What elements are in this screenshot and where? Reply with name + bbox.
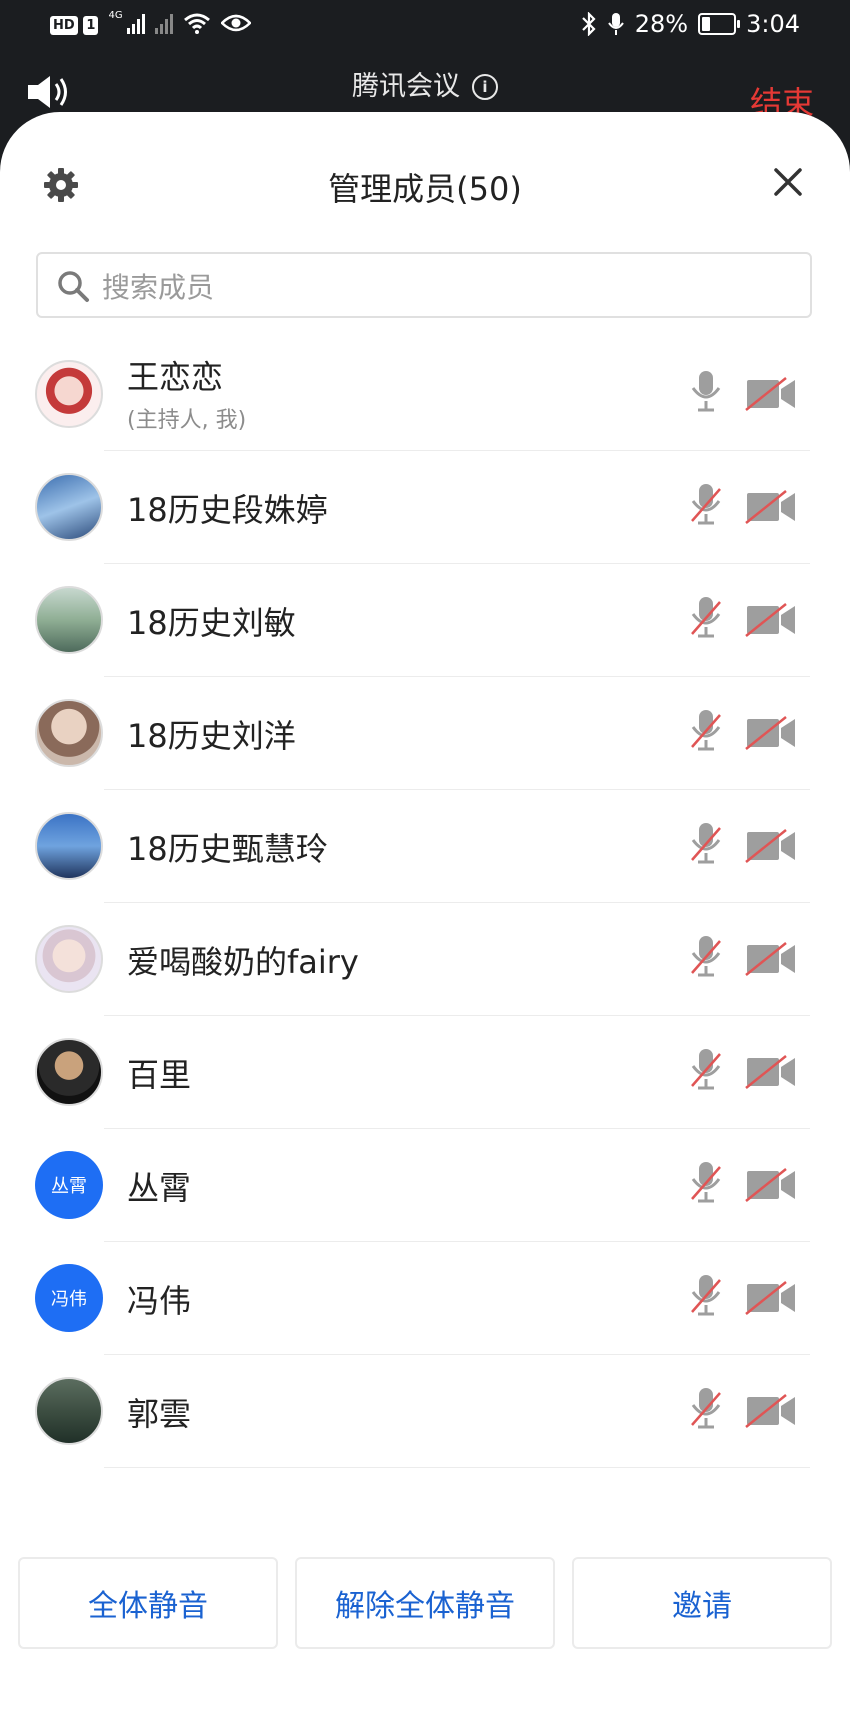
member-row[interactable]: 18历史刘敏 <box>0 564 850 677</box>
mic-muted-icon[interactable] <box>688 594 724 644</box>
camera-off-icon[interactable] <box>744 939 798 983</box>
mic-muted-icon[interactable] <box>688 1159 724 1209</box>
avatar: 丛霄 <box>35 1151 103 1219</box>
close-icon[interactable] <box>768 162 808 202</box>
avatar <box>35 360 103 428</box>
avatar <box>35 925 103 993</box>
mute-all-button[interactable]: 全体静音 <box>18 1557 278 1649</box>
camera-off-icon[interactable] <box>744 600 798 644</box>
mic-muted-icon[interactable] <box>688 1046 724 1096</box>
row-divider <box>104 1467 810 1468</box>
manage-members-sheet: 管理成员(50) 王恋恋 (主持人, 我) 18历史段姝婷 18历史刘敏 18历史刘洋 1… <box>0 112 850 1734</box>
battery-icon <box>698 13 741 35</box>
sheet-title: 管理成员(50) <box>328 170 522 208</box>
member-row[interactable]: 18历史刘洋 <box>0 677 850 790</box>
search-icon <box>58 271 89 302</box>
mic-muted-icon[interactable] <box>688 1385 724 1435</box>
meeting-title[interactable]: 腾讯会议 i <box>0 64 850 103</box>
member-name: 郭雲 <box>127 1395 192 1433</box>
avatar <box>35 473 103 541</box>
signal-icon <box>126 12 145 34</box>
camera-off-icon[interactable] <box>744 826 798 870</box>
camera-off-icon[interactable] <box>744 374 798 418</box>
mic-muted-icon[interactable] <box>688 1272 724 1322</box>
wifi-icon <box>183 13 210 34</box>
member-name: 王恋恋 <box>127 358 224 396</box>
member-list[interactable]: 王恋恋 (主持人, 我) 18历史段姝婷 18历史刘敏 18历史刘洋 18历史甄慧玲 爱喝酸… <box>0 338 850 1640</box>
member-name: 18历史段姝婷 <box>127 491 328 529</box>
battery-percent: 28% <box>634 10 689 38</box>
camera-off-icon[interactable] <box>744 1165 798 1209</box>
footer-actions: 全体静音 解除全体静音 邀请 <box>0 1527 850 1734</box>
camera-off-icon[interactable] <box>744 1052 798 1096</box>
mic-muted-icon[interactable] <box>688 707 724 757</box>
member-name: 百里 <box>127 1056 192 1094</box>
member-row[interactable]: 冯伟 冯伟 <box>0 1242 850 1355</box>
avatar <box>35 586 103 654</box>
meeting-title-text: 腾讯会议 <box>352 71 460 102</box>
status-bar: HD 1 4G 28% 3:04 <box>0 0 850 56</box>
member-name: 爱喝酸奶的fairy <box>127 943 359 981</box>
camera-off-icon[interactable] <box>744 713 798 757</box>
avatar: 冯伟 <box>35 1264 103 1332</box>
mic-icon[interactable] <box>688 368 724 418</box>
invite-button[interactable]: 邀请 <box>572 1557 832 1649</box>
member-name: 18历史刘敏 <box>127 604 296 642</box>
network-type-label: 4G <box>108 9 123 21</box>
camera-off-icon[interactable] <box>744 487 798 531</box>
avatar <box>35 1377 103 1445</box>
member-name: 18历史刘洋 <box>127 717 296 755</box>
member-name: 冯伟 <box>127 1282 192 1320</box>
member-row[interactable]: 18历史甄慧玲 <box>0 790 850 903</box>
member-row[interactable]: 丛霄 丛霄 <box>0 1129 850 1242</box>
mic-muted-icon[interactable] <box>688 481 724 531</box>
avatar <box>35 812 103 880</box>
clock: 3:04 <box>746 10 800 38</box>
microphone-status-icon <box>607 13 624 35</box>
meeting-bar: 腾讯会议 i 结束 <box>0 56 850 122</box>
member-row[interactable]: 王恋恋 (主持人, 我) <box>0 338 850 451</box>
member-name: 丛霄 <box>127 1169 192 1207</box>
member-row[interactable]: 18历史段姝婷 <box>0 451 850 564</box>
status-left: HD 1 4G <box>50 9 251 35</box>
signal-icon-sim2 <box>154 12 173 34</box>
member-role: (主持人, 我) <box>127 408 247 433</box>
sheet-header: 管理成员(50) <box>0 152 850 212</box>
camera-off-icon[interactable] <box>744 1278 798 1322</box>
member-row[interactable]: 郭雲 <box>0 1355 850 1468</box>
member-row[interactable]: 百里 <box>0 1016 850 1129</box>
info-icon[interactable]: i <box>472 74 498 100</box>
avatar <box>35 1038 103 1106</box>
camera-off-icon[interactable] <box>744 1391 798 1435</box>
search-box[interactable] <box>36 252 812 318</box>
eye-icon <box>220 14 251 32</box>
bluetooth-icon <box>581 12 596 36</box>
mic-muted-icon[interactable] <box>688 820 724 870</box>
avatar <box>35 699 103 767</box>
unmute-all-button[interactable]: 解除全体静音 <box>295 1557 555 1649</box>
hd-indicator: HD 1 <box>50 13 99 35</box>
search-input[interactable] <box>100 264 784 310</box>
status-right: 28% 3:04 <box>581 10 800 38</box>
member-row[interactable]: 爱喝酸奶的fairy <box>0 903 850 1016</box>
member-name: 18历史甄慧玲 <box>127 830 328 868</box>
mic-muted-icon[interactable] <box>688 933 724 983</box>
